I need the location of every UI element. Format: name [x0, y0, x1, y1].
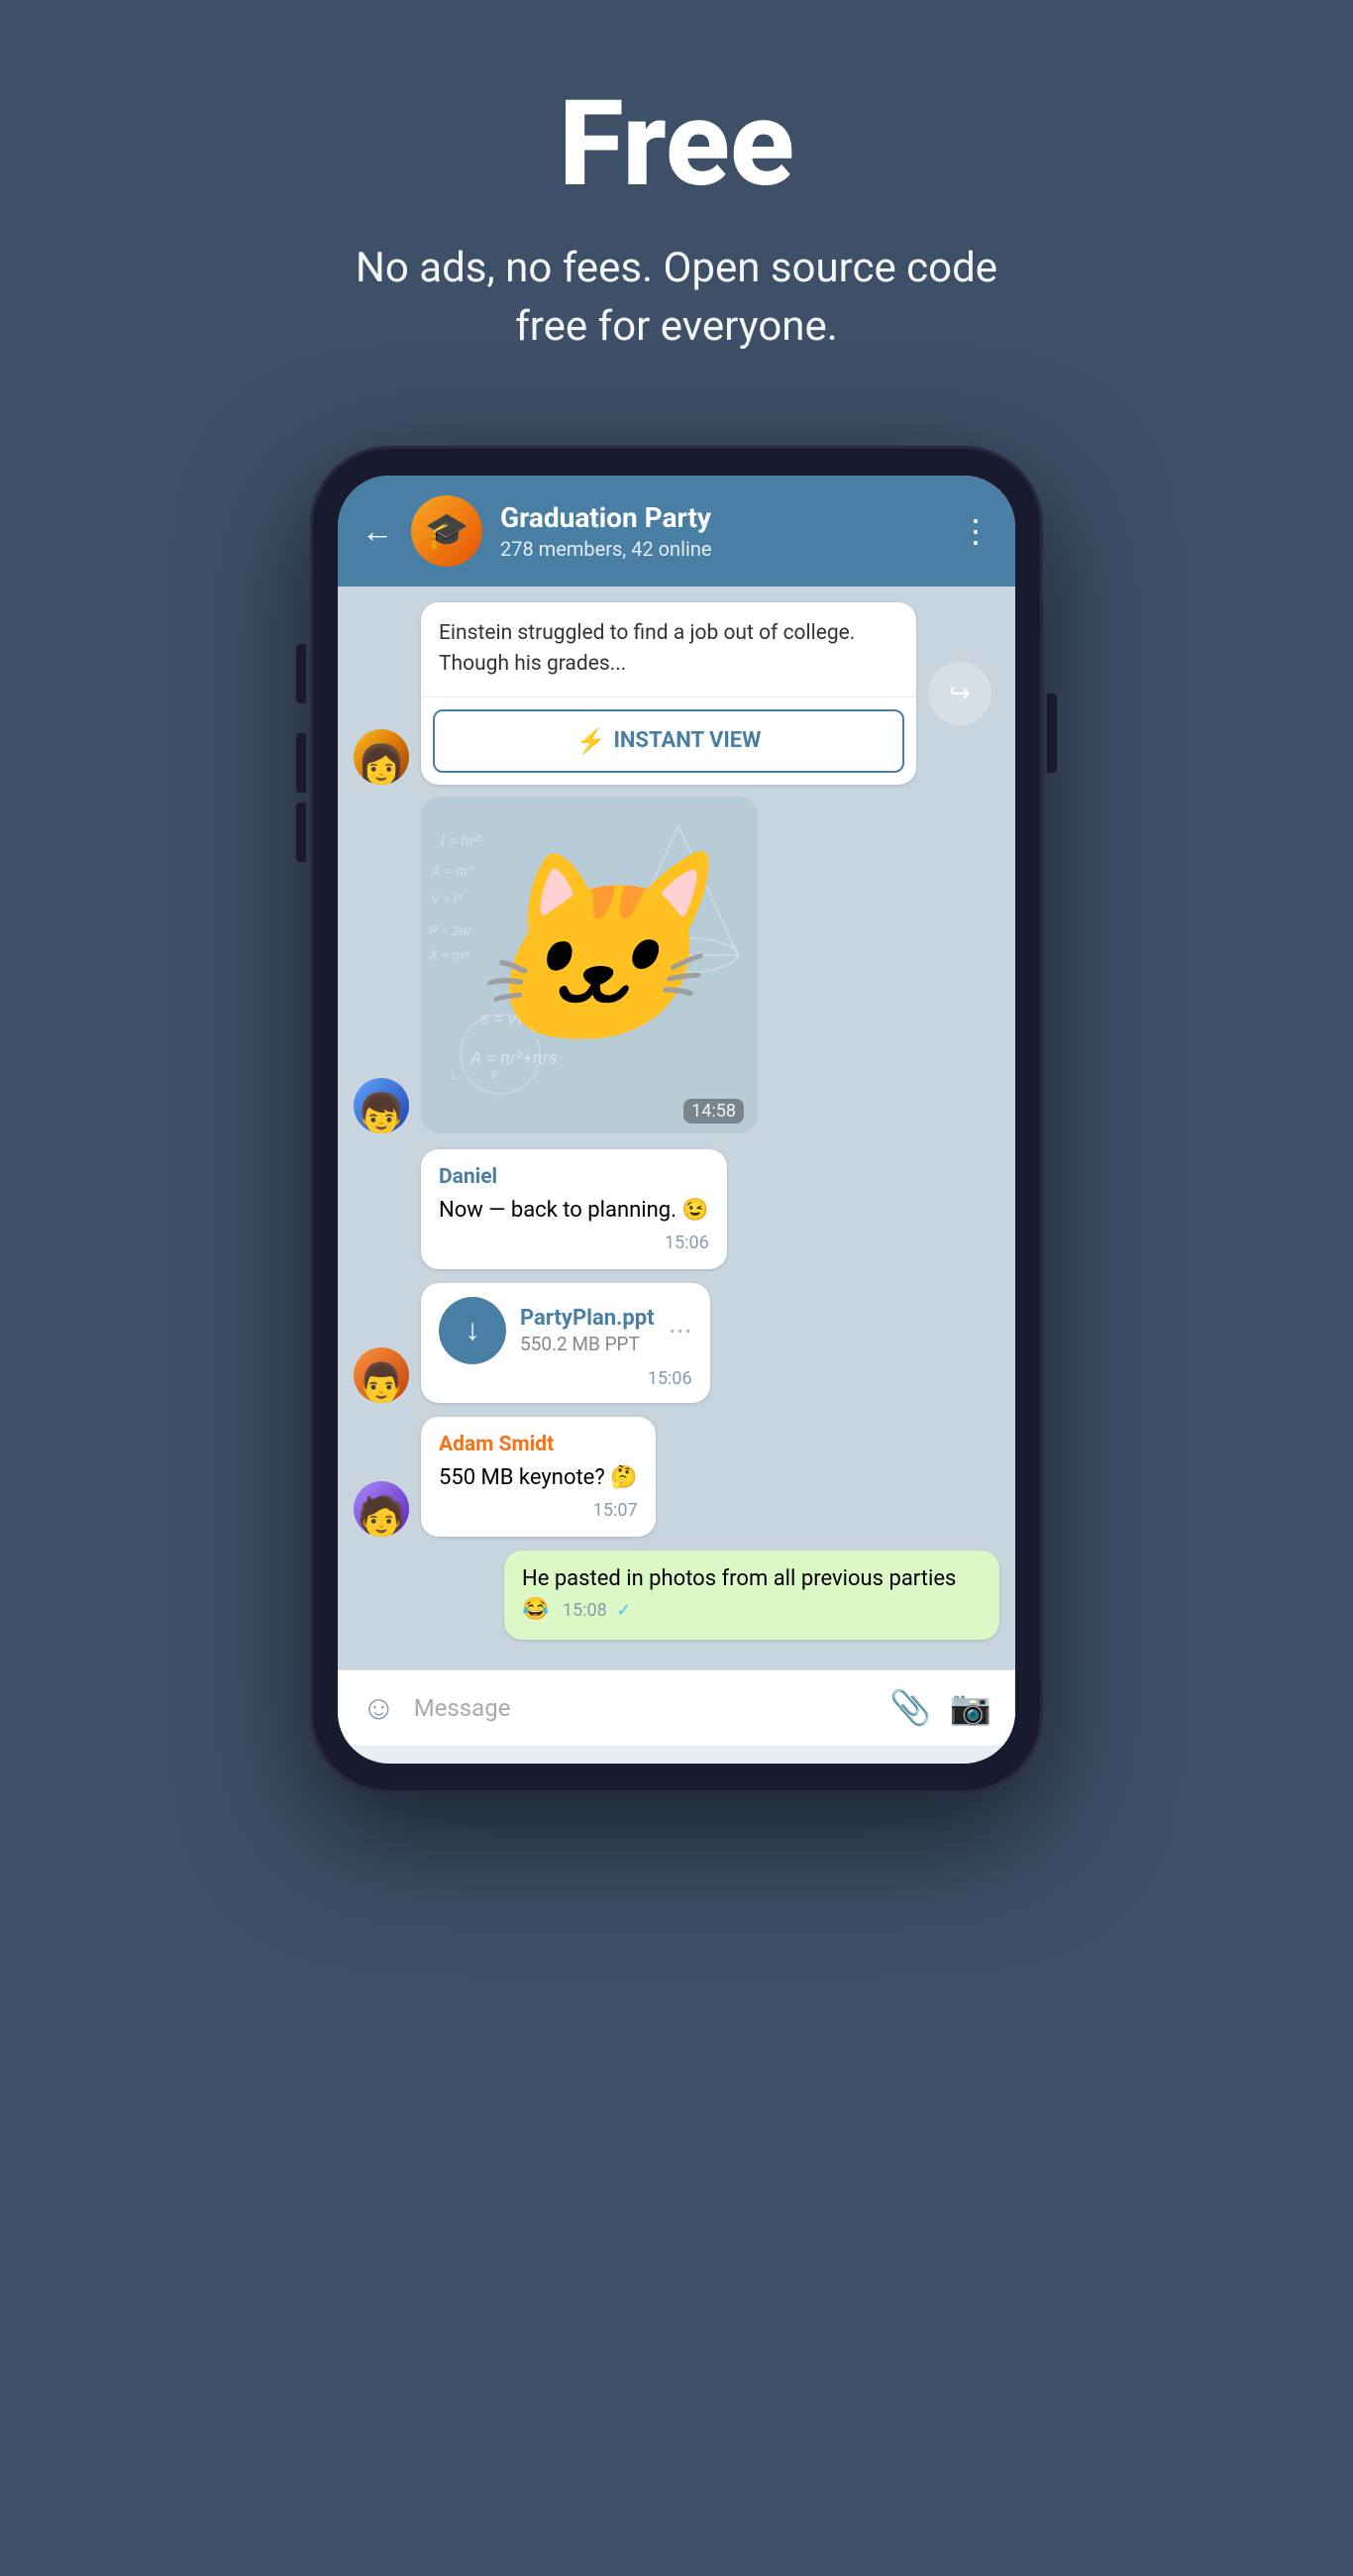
sticker-background: l = πr² A = πr² V = l³ P = 2πr A = πr² — [421, 797, 758, 1133]
file-more-options[interactable]: ⋯ — [669, 1317, 692, 1344]
table-row: Einstein struggled to find a job out of … — [354, 602, 999, 785]
chat-body: Einstein struggled to find a job out of … — [338, 587, 1015, 1669]
phone-screen: ← 🎓 Graduation Party 278 members, 42 onl… — [338, 476, 1015, 1764]
forward-button[interactable]: ↪ — [928, 662, 991, 725]
own-message-bubble: He pasted in photos from all previous pa… — [504, 1551, 999, 1640]
back-button[interactable]: ← — [362, 512, 393, 550]
svg-text:A = πr²: A = πr² — [428, 948, 470, 964]
avatar — [354, 1078, 409, 1133]
sticker-timestamp: 14:58 — [683, 1099, 744, 1124]
instant-view-button[interactable]: ⚡ INSTANT VIEW — [433, 709, 904, 773]
table-row: ↓ PartyPlan.ppt 550.2 MB PPT ⋯ 15:06 — [354, 1283, 999, 1403]
article-preview-text: Einstein struggled to find a job out of … — [421, 602, 916, 698]
table-row: He pasted in photos from all previous pa… — [354, 1551, 999, 1640]
file-name: PartyPlan.ppt — [520, 1306, 655, 1331]
chat-info: Graduation Party 278 members, 42 online — [500, 501, 942, 561]
hero-section: Free No ads, no fees. Open source code f… — [0, 0, 1353, 416]
svg-text:θ: θ — [490, 1068, 497, 1082]
table-row: Daniel Now — back to planning. 😉 15:06 — [354, 1149, 999, 1269]
avatar — [354, 1347, 409, 1403]
hero-title: Free — [40, 79, 1313, 210]
chat-meta: 278 members, 42 online — [500, 537, 942, 561]
input-right-icons: 📎 📷 — [889, 1688, 991, 1728]
message-timestamp: 15:06 — [439, 1368, 692, 1389]
sticker-message: l = πr² A = πr² V = l³ P = 2πr A = πr² — [354, 797, 999, 1133]
avatar — [354, 729, 409, 785]
group-avatar-emoji: 🎓 — [425, 510, 469, 552]
svg-text:A = πr²: A = πr² — [430, 862, 474, 880]
phone-outer: ← 🎓 Graduation Party 278 members, 42 onl… — [310, 446, 1043, 1793]
file-size: 550.2 MB PPT — [520, 1333, 655, 1355]
math-overlay: l = πr² A = πr² V = l³ P = 2πr A = πr² — [421, 797, 758, 1133]
message-timestamp: 15:06 — [439, 1231, 709, 1255]
instant-view-card: Einstein struggled to find a job out of … — [421, 602, 916, 785]
svg-text:🐱: 🐱 — [468, 841, 736, 1061]
sticker-container: l = πr² A = πr² V = l³ P = 2πr A = πr² — [421, 797, 758, 1133]
chat-name: Graduation Party — [500, 501, 942, 534]
table-row: Adam Smidt 550 MB keynote? 🤔 15:07 — [354, 1417, 999, 1537]
file-info: PartyPlan.ppt 550.2 MB PPT — [520, 1306, 655, 1355]
read-tick-icon: ✓ — [616, 1600, 631, 1621]
download-button[interactable]: ↓ — [439, 1297, 506, 1364]
message-text: 550 MB keynote? 🤔 — [439, 1465, 638, 1490]
file-bubble: ↓ PartyPlan.ppt 550.2 MB PPT ⋯ 15:06 — [421, 1283, 710, 1403]
download-icon: ↓ — [466, 1313, 480, 1347]
message-input[interactable]: Message — [414, 1694, 873, 1722]
emoji-button[interactable]: ☺ — [362, 1688, 396, 1728]
message-timestamp: 15:07 — [439, 1498, 638, 1523]
hero-subtitle: No ads, no fees. Open source code free f… — [330, 240, 1023, 357]
more-options-button[interactable]: ⋮ — [960, 512, 991, 550]
lightning-icon: ⚡ — [576, 727, 606, 755]
message-bubble: Daniel Now — back to planning. 😉 15:06 — [421, 1149, 727, 1269]
camera-button[interactable]: 📷 — [950, 1688, 991, 1728]
chat-header: ← 🎓 Graduation Party 278 members, 42 onl… — [338, 476, 1015, 587]
svg-text:V = l³: V = l³ — [431, 892, 463, 908]
instant-view-label: INSTANT VIEW — [613, 728, 761, 753]
file-row: ↓ PartyPlan.ppt 550.2 MB PPT ⋯ — [439, 1297, 692, 1364]
phone-wrapper: ← 🎓 Graduation Party 278 members, 42 onl… — [310, 446, 1043, 1793]
input-bar: ☺ Message 📎 📷 — [338, 1669, 1015, 1746]
svg-text:L: L — [451, 1068, 458, 1083]
avatar — [354, 1481, 409, 1537]
group-avatar: 🎓 — [411, 495, 482, 567]
attach-button[interactable]: 📎 — [889, 1688, 931, 1728]
message-text: Now — back to planning. 😉 — [439, 1198, 709, 1223]
message-bubble: Adam Smidt 550 MB keynote? 🤔 15:07 — [421, 1417, 656, 1537]
message-sender: Adam Smidt — [439, 1431, 638, 1459]
svg-text:P = 2πr: P = 2πr — [429, 923, 472, 939]
message-timestamp: 15:08 — [563, 1600, 607, 1621]
message-sender: Daniel — [439, 1163, 709, 1192]
